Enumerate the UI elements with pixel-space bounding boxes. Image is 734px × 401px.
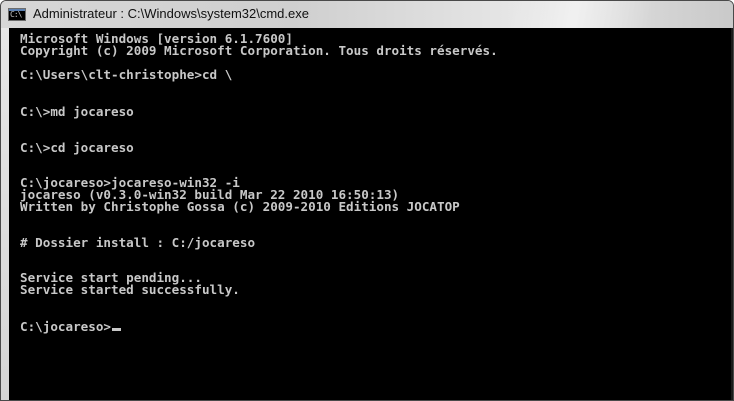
prompt-text: C:\jocareso> — [20, 319, 111, 334]
console-line: C:\>md jocareso — [20, 104, 134, 119]
cmd-window: C:\ Administrateur : C:\Windows\system32… — [0, 0, 734, 401]
console-line: # Dossier install : C:/jocareso — [20, 235, 256, 250]
console-line: C:\Users\clt-christophe>cd \ — [20, 67, 233, 82]
title-bar-glass — [511, 1, 651, 28]
console-right-edge — [731, 28, 733, 400]
console-area[interactable]: Microsoft Windows [version 6.1.7600] Cop… — [9, 28, 733, 400]
window-title: Administrateur : C:\Windows\system32\cmd… — [33, 6, 309, 21]
console-line: Service started successfully. — [20, 282, 240, 297]
text-cursor — [112, 328, 121, 331]
cmd-icon[interactable]: C:\ — [8, 8, 26, 21]
prompt-line[interactable]: C:\jocareso> — [20, 320, 121, 334]
console-line: Copyright (c) 2009 Microsoft Corporation… — [20, 43, 498, 58]
console-line: Written by Christophe Gossa (c) 2009-201… — [20, 199, 460, 214]
console-line: C:\>cd jocareso — [20, 140, 134, 155]
title-bar[interactable]: C:\ Administrateur : C:\Windows\system32… — [1, 1, 733, 28]
